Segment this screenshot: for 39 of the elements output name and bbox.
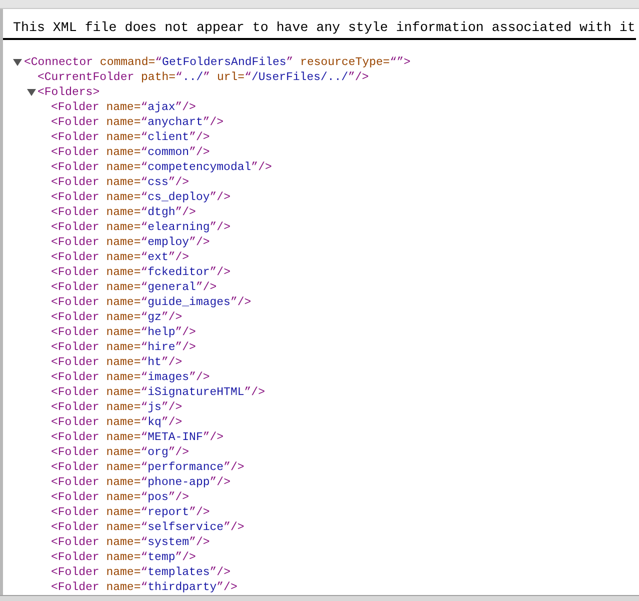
xml-line: <Folder name=“temp”/> xyxy=(51,550,196,565)
xml-line: <Folder name=“client”/> xyxy=(51,130,210,145)
xml-line: <Folder name=“fckeditor”/> xyxy=(51,265,230,280)
xml-line: <Folder name=“performance”/> xyxy=(51,460,244,475)
xml-line: <Folder name=“general”/> xyxy=(51,280,217,295)
xml-line: <Folder name=“ht”/> xyxy=(51,355,182,370)
xml-line: <Folder name=“images”/> xyxy=(51,370,210,385)
xml-line: <Folder name=“ext”/> xyxy=(51,250,190,265)
xml-line: <Connector command=“GetFoldersAndFiles” resourceType=“”> xyxy=(24,55,411,70)
xml-line: <Folder name=“thirdparty”/> xyxy=(51,580,238,595)
expanded-arrow-icon[interactable] xyxy=(26,88,36,97)
xml-line: <Folder name=“common”/> xyxy=(51,145,210,160)
xml-line: <Folder name=“anychart”/> xyxy=(51,115,224,130)
expanded-arrow-icon[interactable] xyxy=(13,58,22,67)
xml-line: <Folder name=“system”/> xyxy=(51,535,210,550)
xml-line: <Folder name=“ajax”/> xyxy=(51,100,196,115)
xml-line: <Folder name=“hire”/> xyxy=(51,340,196,355)
xml-line: <Folder name=“elearning”/> xyxy=(51,220,230,235)
xml-line: <Folder name=“help”/> xyxy=(51,325,196,340)
xml-line: <Folder name=“selfservice”/> xyxy=(51,520,244,535)
xml-line: <Folder name=“phone-app”/> xyxy=(51,475,230,490)
notice-message: This XML file does not appear to have any style information associated with it xyxy=(13,19,636,37)
xml-line: <Folder name=“kq”/> xyxy=(51,415,182,430)
xml-line: <Folder name=“competencymodal”/> xyxy=(51,160,272,175)
xml-line: <Folder name=“org”/> xyxy=(51,445,190,460)
xml-line: <Folder name=“cs_deploy”/> xyxy=(51,190,230,205)
xml-line: <Folder name=“META-INF”/> xyxy=(51,430,224,445)
xml-line: <Folder name=“report”/> xyxy=(51,505,210,520)
xml-line: <Folder name=“gz”/> xyxy=(51,310,182,325)
xml-line: <Folder name=“templates”/> xyxy=(51,565,230,580)
xml-line: <CurrentFolder path=“../” url=“/UserFiles/../”/> xyxy=(38,70,369,85)
xml-line: <Folder name=“guide_images”/> xyxy=(51,295,252,310)
xml-line: <Folder name=“iSignatureHTML”/> xyxy=(51,385,265,400)
xml-line: <Folder name=“pos”/> xyxy=(51,490,190,505)
xml-line: <Folder name=“js”/> xyxy=(51,400,182,415)
xml-line: <Folder name=“dtgh”/> xyxy=(51,205,196,220)
xml-line: <Folders> xyxy=(38,85,100,100)
xml-line: <Folder name=“employ”/> xyxy=(51,235,210,250)
xml-line: <Folder name=“css”/> xyxy=(51,175,190,190)
